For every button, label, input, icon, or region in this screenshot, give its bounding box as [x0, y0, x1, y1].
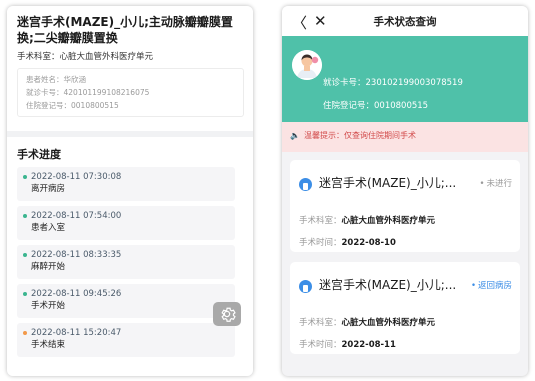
step-event: 手术开始 [31, 301, 66, 311]
surgery-progress-section: 手术进度 2022-08-11 07:30:08 离开病房 2022-08-11… [7, 137, 253, 376]
step-time: 2022-08-11 07:54:00 [23, 210, 227, 222]
progress-title: 手术进度 [17, 148, 61, 161]
surgery-item-title: 迷宫手术(MAZE)_小儿;... [319, 176, 457, 190]
registration-label: 住院登记号： [323, 101, 375, 111]
time-label: 手术时间： [299, 340, 342, 350]
card-number-label: 就诊卡号： [26, 88, 64, 97]
progress-step: 2022-08-11 07:54:00 患者入室 [17, 206, 235, 240]
status-badge: 返回病房 [471, 279, 512, 291]
tip-banner: 🔈 温馨提示：仅查询住院期间手术 [282, 122, 528, 152]
dept-label: 手术科室： [299, 318, 342, 328]
tip-text: 仅查询住院期间手术 [343, 131, 416, 140]
step-time: 2022-08-11 08:33:35 [23, 249, 227, 261]
registration-row: 住院登记号：0010800515 [26, 99, 235, 112]
surgery-item-time: 手术时间：2022-08-11 [299, 338, 396, 350]
time-value: 2022-08-11 [341, 340, 396, 350]
page-title: 手术状态查询 [373, 16, 437, 28]
step-event: 患者入室 [31, 223, 66, 233]
card-number-value: 230102199003078519 [365, 78, 463, 88]
progress-step: 2022-08-11 08:33:35 麻醉开始 [17, 245, 235, 279]
patient-banner: 就诊卡号：230102199003078519 住院登记号：0010800515 [282, 36, 528, 122]
dept-label: 手术科室： [299, 216, 342, 226]
step-event: 麻醉开始 [31, 262, 66, 272]
progress-step: 2022-08-11 15:20:47 手术结束 [17, 323, 235, 357]
settings-button[interactable] [213, 302, 241, 326]
dept-label: 手术科室： [17, 52, 60, 62]
step-event: 手术结束 [31, 340, 66, 350]
status-badge: 未进行 [479, 177, 512, 189]
avatar [292, 50, 322, 80]
registration-label: 住院登记号： [26, 101, 71, 110]
nav-bar: 〈 ✕ 手术状态查询 [282, 6, 528, 36]
surgery-detail-screen: 迷宫手术(MAZE)_小儿;主动脉瓣瓣膜置换;二尖瓣瓣膜置换 手术科室：心脏大血… [7, 6, 253, 376]
card-number: 就诊卡号：230102199003078519 [323, 77, 463, 89]
registration-value: 0010800515 [71, 101, 119, 110]
surgery-header: 迷宫手术(MAZE)_小儿;主动脉瓣瓣膜置换;二尖瓣瓣膜置换 手术科室：心脏大血… [7, 6, 253, 131]
step-time: 2022-08-11 09:45:26 [23, 288, 227, 300]
dept-value: 心脏大血管外科医疗单元 [59, 52, 154, 62]
step-time: 2022-08-11 07:30:08 [23, 171, 227, 183]
tip-label: 温馨提示： [303, 131, 344, 140]
doctor-avatar-icon [292, 50, 322, 80]
surgery-item-dept: 手术科室：心脏大血管外科医疗单元 [299, 214, 435, 226]
surgery-item-dept: 手术科室：心脏大血管外科医疗单元 [299, 316, 435, 328]
step-time: 2022-08-11 15:20:47 [23, 327, 227, 339]
step-event: 离开病房 [31, 184, 66, 194]
patient-name-row: 患者姓名：华欣涵 [26, 73, 235, 86]
surgery-item-time: 手术时间：2022-08-10 [299, 236, 396, 248]
patient-name-label: 患者姓名： [26, 75, 64, 84]
surgery-list: 迷宫手术(MAZE)_小儿;... 未进行 手术科室：心脏大血管外科医疗单元 手… [282, 152, 528, 354]
screenshot-stage: 迷宫手术(MAZE)_小儿;主动脉瓣瓣膜置换;二尖瓣瓣膜置换 手术科室：心脏大血… [0, 0, 535, 381]
time-value: 2022-08-10 [341, 238, 396, 248]
document-icon [299, 178, 312, 191]
registration-number: 住院登记号：0010800515 [323, 100, 428, 112]
dept-value: 心脏大血管外科医疗单元 [341, 216, 436, 226]
surgery-department: 手术科室：心脏大血管外科医疗单元 [17, 51, 244, 63]
speaker-icon: 🔈 [290, 131, 300, 140]
surgery-list-item[interactable]: 迷宫手术(MAZE)_小儿;... 返回病房 手术科室：心脏大血管外科医疗单元 … [290, 262, 520, 354]
patient-name-value: 华欣涵 [63, 75, 87, 84]
surgery-status-screen: 〈 ✕ 手术状态查询 就诊卡号：230102199003078519 住院登记号… [282, 6, 528, 376]
surgery-title: 迷宫手术(MAZE)_小儿;主动脉瓣瓣膜置换;二尖瓣瓣膜置换 [17, 15, 233, 45]
progress-step: 2022-08-11 09:45:26 手术开始 [17, 284, 235, 318]
registration-value: 0010800515 [374, 101, 429, 111]
document-icon [299, 280, 312, 293]
surgery-list-item[interactable]: 迷宫手术(MAZE)_小儿;... 未进行 手术科室：心脏大血管外科医疗单元 手… [290, 160, 520, 252]
surgery-item-title: 迷宫手术(MAZE)_小儿;... [319, 278, 457, 292]
card-number-row: 就诊卡号：420101199108216075 [26, 86, 235, 99]
patient-info-box: 患者姓名：华欣涵 就诊卡号：420101199108216075 住院登记号：0… [17, 68, 244, 117]
gear-icon [221, 307, 236, 322]
dept-value: 心脏大血管外科医疗单元 [341, 318, 436, 328]
card-number-value: 420101199108216075 [63, 88, 150, 97]
card-number-label: 就诊卡号： [323, 78, 366, 88]
time-label: 手术时间： [299, 238, 342, 248]
progress-step: 2022-08-11 07:30:08 离开病房 [17, 167, 235, 201]
